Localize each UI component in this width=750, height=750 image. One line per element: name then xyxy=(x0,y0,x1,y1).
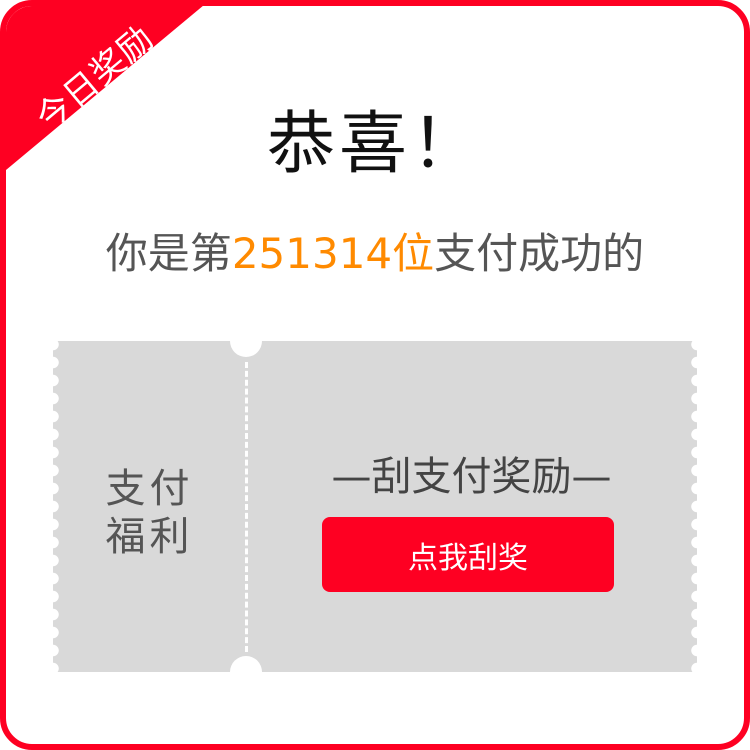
scratch-button[interactable]: 点我刮奖 xyxy=(322,517,614,592)
ticket-notch-top xyxy=(230,325,262,357)
subtitle: 你是第251314位支付成功的 xyxy=(0,220,750,281)
subtitle-prefix: 你是第 xyxy=(105,229,232,278)
prize-title: —刮支付奖励— xyxy=(331,454,612,500)
rank-number: 251314 xyxy=(231,229,393,278)
subtitle-suffix: 支付成功的 xyxy=(434,229,645,278)
rank-unit: 位 xyxy=(392,229,435,278)
ticket-side-label: 支付 福利 xyxy=(53,465,246,561)
side-label-line2: 福利 xyxy=(105,514,194,560)
page-title: 恭喜！ xyxy=(266,105,483,184)
side-label-line1: 支付 xyxy=(105,466,194,512)
ticket-notch-bottom xyxy=(230,656,262,688)
